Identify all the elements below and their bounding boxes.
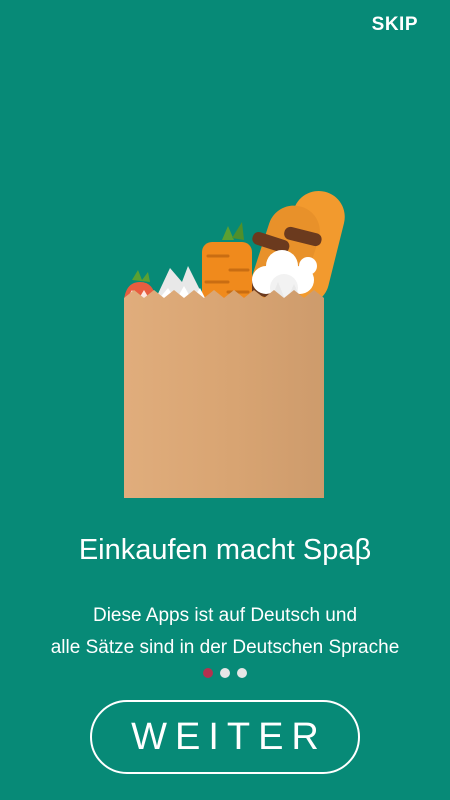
- description-line-2: alle Sätze sind in der Deutschen Sprache: [50, 637, 400, 658]
- page-indicator: [0, 668, 450, 678]
- page-dot-3[interactable]: [237, 668, 247, 678]
- onboarding-screen: SKIP Einkaufen macht Spaβ Diese Apps ist…: [0, 0, 450, 800]
- grocery-bag-icon: [124, 190, 345, 498]
- page-dot-1[interactable]: [203, 668, 213, 678]
- description-line-1: Diese Apps ist auf Deutsch und: [92, 605, 358, 626]
- carrot-icon: [202, 222, 252, 304]
- paper-bag-icon: [124, 290, 324, 498]
- page-dot-2[interactable]: [220, 668, 230, 678]
- onboarding-description: Diese Apps ist auf Deutsch und alle Sätz…: [0, 600, 450, 664]
- onboarding-title: Einkaufen macht Spaβ: [78, 534, 372, 566]
- skip-button[interactable]: SKIP: [372, 14, 418, 36]
- next-button[interactable]: WEITER: [90, 700, 360, 774]
